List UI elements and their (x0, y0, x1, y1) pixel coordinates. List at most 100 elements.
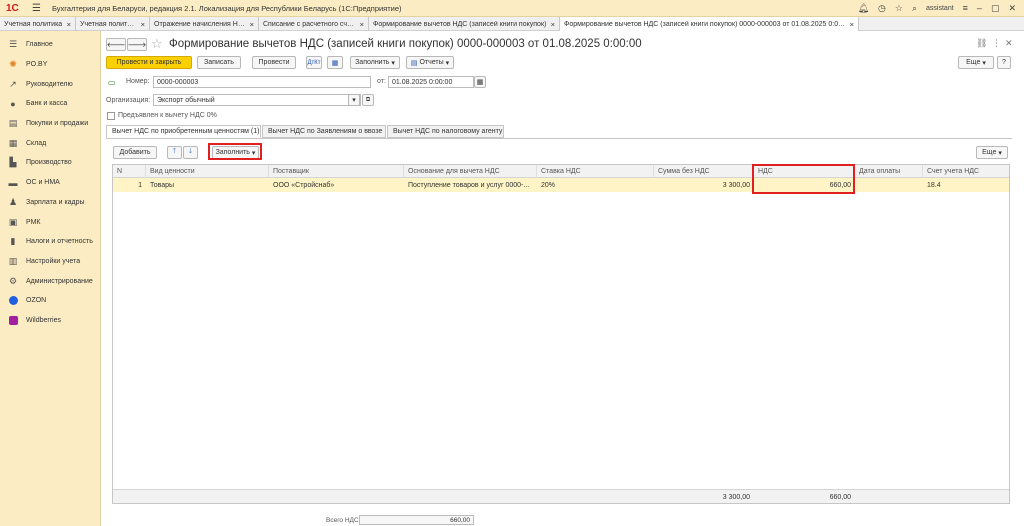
search-icon[interactable]: ⌕ (912, 3, 917, 14)
col-rate[interactable]: Ставка НДС (537, 165, 654, 178)
vat0-checkbox-label: Предъявлен к вычету НДС 0% (118, 112, 217, 119)
window-tab[interactable]: Учетная политика × (0, 17, 76, 31)
close-tab-icon[interactable]: × (138, 20, 145, 29)
date-field[interactable]: 01.08.2025 0:00:00 (388, 76, 474, 88)
window-tab[interactable]: Учетная политика × (76, 17, 150, 31)
sidebar-item-main[interactable]: ☰ Главное (0, 35, 100, 55)
org-field[interactable]: Экспорт обычный (153, 94, 361, 106)
register-icon: ▣ (8, 216, 18, 227)
main-menu-icon[interactable]: ☰ (32, 3, 48, 14)
vat0-checkbox[interactable] (107, 112, 115, 120)
fill-highlight (208, 143, 262, 160)
history-icon[interactable]: ◷ (878, 3, 886, 14)
cell-kind[interactable]: Товары (146, 178, 269, 192)
sidebar-item-purchases[interactable]: ▤ Покупки и продажи (0, 114, 100, 134)
col-amount[interactable]: Сумма без НДС (654, 165, 754, 178)
close-tab-icon[interactable]: × (247, 20, 254, 29)
cell-paydate[interactable] (855, 178, 923, 192)
total-vat-field: 660,00 (359, 515, 474, 525)
org-dropdown-icon[interactable]: ▾ (348, 94, 360, 106)
sidebar-item-production[interactable]: ▙ Производство (0, 153, 100, 173)
report-icon: ▤ (410, 59, 418, 67)
add-row-button[interactable]: Добавить (113, 146, 157, 159)
close-tab-icon[interactable]: × (548, 20, 555, 29)
truck-icon: ▬ (8, 177, 18, 188)
col-kind[interactable]: Вид ценности (146, 165, 269, 178)
col-paydate[interactable]: Дата оплаты (855, 165, 923, 178)
cell-amount[interactable]: 3 300,00 (654, 178, 754, 192)
cell-supplier[interactable]: ООО «Стройснаб» (269, 178, 404, 192)
cell-n[interactable]: 1 (113, 178, 146, 192)
tab-import-statements[interactable]: Вычет НДС по Заявлениям о ввозе (262, 125, 386, 138)
window-tab[interactable]: Отражение начисления НДС × (150, 17, 259, 31)
sidebar: ☰ Главное ✺ PO.BY ↗ Руководителю ● Банк и ка… (0, 31, 101, 526)
col-account[interactable]: Счет учета НДС (923, 165, 1009, 178)
sidebar-item-bank[interactable]: ● Банк и касса (0, 94, 100, 114)
forward-button[interactable]: 🡒 (127, 38, 147, 51)
sidebar-item-poby[interactable]: ✺ PO.BY (0, 55, 100, 75)
1c-logo: 1С (6, 2, 19, 14)
table-row[interactable]: 1 Товары ООО «Стройснаб» Поступление тов… (113, 178, 1009, 192)
window-tab-active[interactable]: Формирование вычетов НДС (записей книги … (560, 17, 859, 31)
footer-vat: 660,00 (829, 493, 851, 501)
sidebar-item-salary[interactable]: ♟ Зарплата и кадры (0, 193, 100, 213)
col-basis[interactable]: Основание для вычета НДС (404, 165, 537, 178)
number-icon: ▭ (108, 78, 116, 87)
bell-icon[interactable]: 🔔︎ (858, 3, 869, 14)
cell-rate[interactable]: 20% (537, 178, 654, 192)
sidebar-item-taxes[interactable]: ▮ Налоги и отчетность (0, 232, 100, 252)
sidebar-item-settings[interactable]: ▥ Настройки учета (0, 252, 100, 272)
star-icon[interactable]: ☆ (895, 3, 903, 14)
sidebar-item-ozon[interactable]: OZON (0, 291, 100, 311)
trend-icon: ↗ (9, 78, 17, 89)
gear-icon: ⚙ (8, 275, 18, 286)
maximize-icon[interactable]: ▢ (991, 3, 1000, 14)
tab-tax-agent[interactable]: Вычет НДС по налоговому агенту (387, 125, 504, 138)
minimize-icon[interactable]: – (977, 3, 982, 13)
cell-account[interactable]: 18.4 (923, 178, 1009, 192)
link-icon[interactable]: ⛓ (976, 38, 987, 49)
close-tab-icon[interactable]: × (357, 20, 364, 29)
favorite-star-icon[interactable]: ☆ (151, 36, 163, 52)
sidebar-item-wildberries[interactable]: Wildberries (0, 311, 100, 331)
app-title: Бухгалтерия для Беларуси, редакция 2.1. … (52, 3, 402, 13)
move-up-icon[interactable]: 🡑 (167, 146, 182, 159)
more-vertical-icon[interactable]: ⋮ (992, 38, 1001, 49)
window-tab[interactable]: Списание с расчетного счета × (259, 17, 369, 31)
reports-menu-button[interactable]: ▤ Отчеты ▾ (406, 56, 454, 69)
sidebar-item-rmk[interactable]: ▣ РМК (0, 212, 100, 232)
post-and-close-button[interactable]: Провести и закрыть (106, 56, 192, 69)
tab-purchased-values[interactable]: Вычет НДС по приобретенным ценностям (1) (106, 125, 261, 138)
post-button[interactable]: Провести (252, 56, 296, 69)
sidebar-item-assets[interactable]: ▬ ОС и НМА (0, 173, 100, 193)
dt-kt-icon[interactable]: ДтКт (306, 56, 322, 69)
back-button[interactable]: 🡐 (106, 38, 126, 51)
fill-menu-button[interactable]: Заполнить ▾ (350, 56, 400, 69)
col-supplier[interactable]: Поставщик (269, 165, 404, 178)
sidebar-item-warehouse[interactable]: ▦ Склад (0, 133, 100, 153)
more-button[interactable]: Еще ▾ (958, 56, 994, 69)
user-name[interactable]: assistant (926, 5, 954, 12)
save-button[interactable]: Записать (197, 56, 241, 69)
move-down-icon[interactable]: 🡓 (183, 146, 198, 159)
document-structure-icon[interactable]: ▦ (327, 56, 343, 69)
col-n[interactable]: N (113, 165, 146, 178)
vat-column-highlight (752, 164, 855, 194)
org-open-icon[interactable]: ⧉ (362, 94, 374, 106)
number-label: Номер: (126, 78, 150, 85)
sidebar-item-admin[interactable]: ⚙ Администрирование (0, 271, 100, 291)
number-field[interactable]: 0000-000003 (153, 76, 371, 88)
calendar-icon[interactable]: ▦ (474, 76, 486, 88)
help-button[interactable]: ? (997, 56, 1011, 69)
close-tab-icon[interactable]: × (64, 20, 71, 29)
close-tab-icon[interactable]: × (847, 20, 854, 29)
table-more-button[interactable]: Еще ▾ (976, 146, 1008, 159)
sidebar-item-manager[interactable]: ↗ Руководителю (0, 74, 100, 94)
close-form-icon[interactable]: ✕ (1005, 38, 1013, 49)
settings-menu-icon[interactable]: ≡ (963, 3, 968, 13)
settings-icon: ▥ (8, 255, 18, 266)
cell-basis[interactable]: Поступление товаров и услуг 0000-... (404, 178, 537, 192)
close-icon[interactable]: ✕ (1008, 3, 1016, 14)
footer-amount: 3 300,00 (722, 493, 750, 501)
window-tab[interactable]: Формирование вычетов НДС (записей книги … (369, 17, 560, 31)
